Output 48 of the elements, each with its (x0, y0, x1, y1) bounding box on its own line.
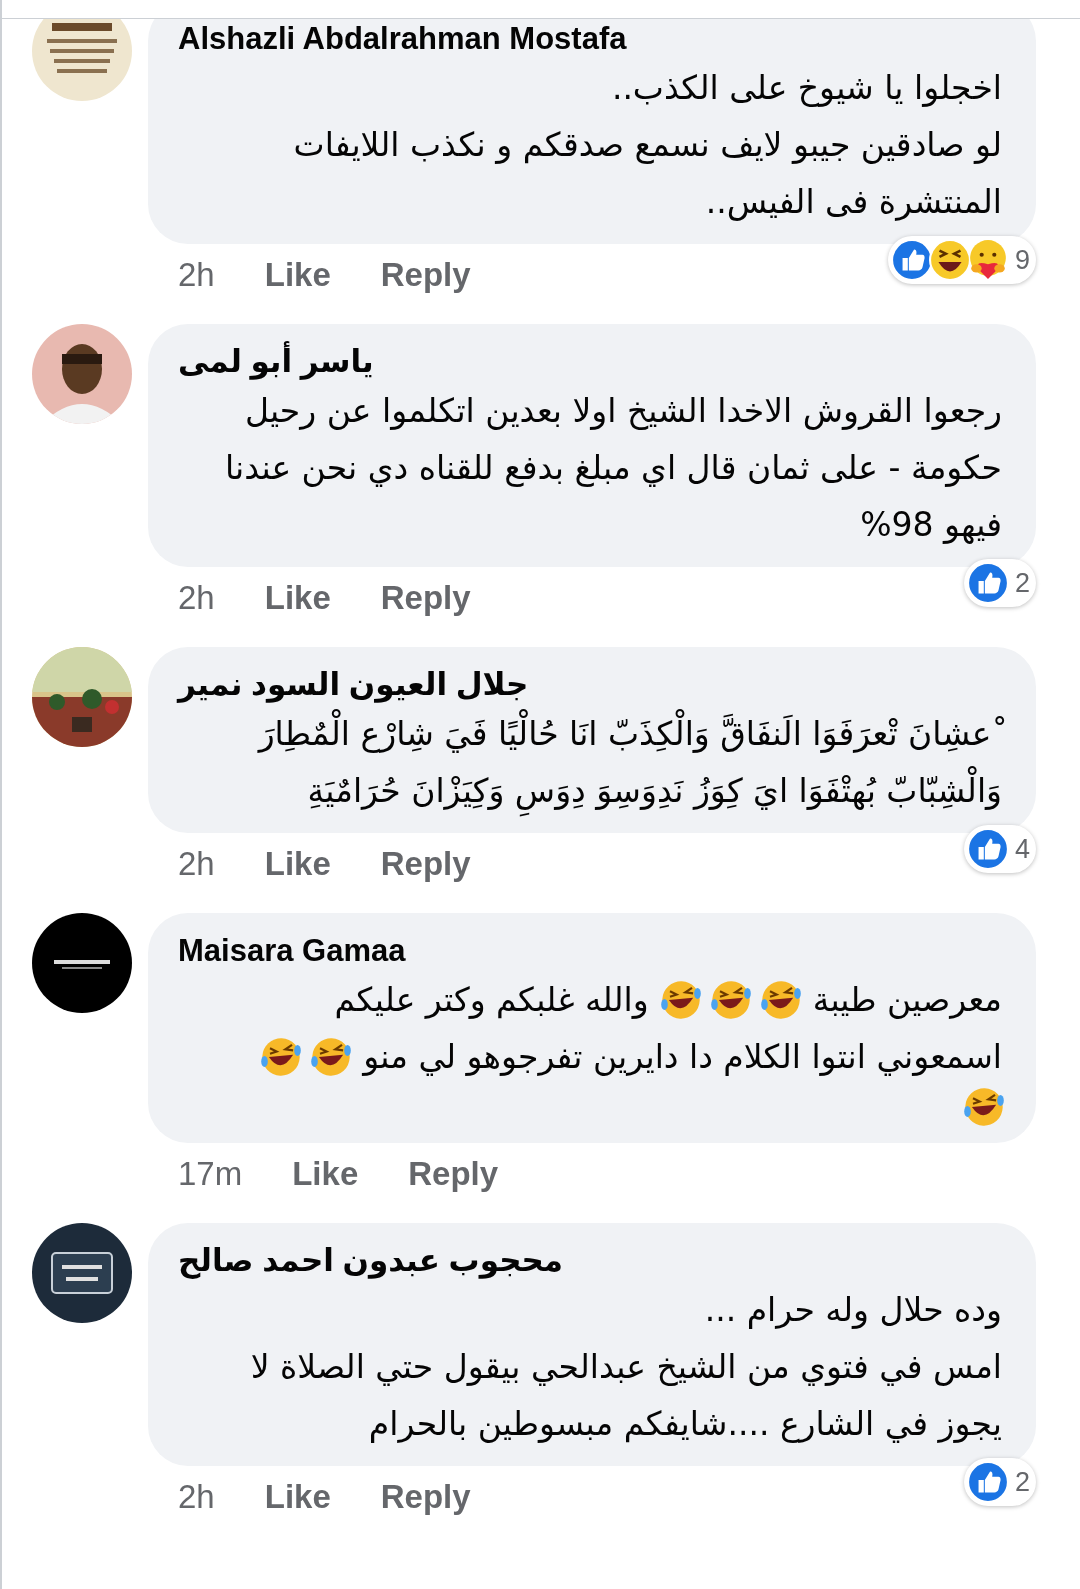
comment-text: يجوز في الشارع ....شايفكم مبسوطين بالحرام (367, 1403, 1003, 1445)
comment-text: رجعوا القروش الاخدا الشيخ اولا بعدين اتكلموا عن رحيل (243, 390, 1003, 432)
reaction-pill[interactable]: 2 (963, 559, 1036, 607)
comment-text: حكومة - على ثمان قال اي مبلغ بدفع للقناه دي نحن عندنا (223, 447, 1003, 489)
reply-link[interactable]: Reply (380, 1472, 471, 1522)
thumbs-up-icon (966, 562, 1009, 604)
reaction-count: 9 (1014, 244, 1030, 276)
author-name[interactable]: Maisara Gamaa (178, 931, 406, 971)
comment-text: وَالْشِبّابّ بُهتْفَوَا ايَ كِوَزُ نَدِوَسِوَ دِوَسِ وَكِيَزْانَ حُرَامٌيَةِ (303, 762, 1006, 819)
comment-text: اخجلوا يا شيوخ على الكذب.. (610, 67, 1003, 109)
laughing-crying-face-icon (962, 1085, 1006, 1129)
reaction-count: 2 (1014, 1466, 1030, 1498)
like-link[interactable]: Like (264, 250, 331, 300)
timestamp[interactable]: 2h (178, 1472, 215, 1522)
comment-text: ْعشِانَ تْعرَفَوَا الَنفَاقَّ وَالْكِذَبّ انَا حُالْيًا فَيَ شِارْع الْمٌطِارَ (254, 705, 1006, 762)
reaction-count: 4 (1014, 833, 1030, 865)
like-link[interactable]: Like (292, 1149, 359, 1199)
like-link[interactable]: Like (264, 573, 331, 623)
reply-link[interactable]: Reply (380, 839, 471, 889)
timestamp[interactable]: 2h (178, 250, 215, 300)
laughing-face-icon (928, 239, 971, 281)
comment-text: لو صادقين جيبو لايف نسمع صدقكم و نكذب اللايفات (292, 124, 1003, 166)
reaction-pill[interactable]: 2 (963, 1458, 1036, 1506)
author-name[interactable]: جلال العيون السود نمير (178, 665, 529, 705)
reaction-pill[interactable]: 4 (963, 825, 1036, 873)
thumbs-up-icon (890, 239, 933, 281)
comment-text: وده حلال وله حرام ... (703, 1289, 1003, 1331)
author-name[interactable]: ياسر أبو لمى (178, 342, 374, 382)
reply-link[interactable]: Reply (380, 250, 471, 300)
reaction-pill[interactable]: 9 (887, 236, 1036, 284)
comment-text: اسمعوني انتوا الكلام دا دايرين تفرجوهو لي منو (361, 1036, 1003, 1078)
comment-text: والله غلبكم وكتر عليكم (333, 979, 650, 1021)
thumbs-up-icon (966, 828, 1009, 870)
timestamp[interactable]: 2h (178, 573, 215, 623)
comment-text: معرصين طيبة (811, 979, 1003, 1021)
reply-link[interactable]: Reply (408, 1149, 499, 1199)
reaction-count: 2 (1014, 567, 1030, 599)
timestamp[interactable]: 17m (178, 1149, 243, 1199)
like-link[interactable]: Like (264, 1472, 331, 1522)
like-link[interactable]: Like (264, 839, 331, 889)
comment-text: امس في فتوي من الشيخ عبدالحي بيقول حتي الصلاة لا (249, 1346, 1003, 1388)
author-name[interactable]: Alshazli Abdalrahman Mostafa (178, 19, 627, 59)
comment-text: المنتشرة فى الفيس.. (704, 181, 1003, 223)
timestamp[interactable]: 2h (178, 839, 215, 889)
reply-link[interactable]: Reply (380, 573, 471, 623)
author-name[interactable]: محجوب عبدون احمد صالح (178, 1241, 563, 1281)
comment-text: فيهو 98% (859, 504, 1003, 546)
thumbs-up-icon (966, 1461, 1009, 1503)
